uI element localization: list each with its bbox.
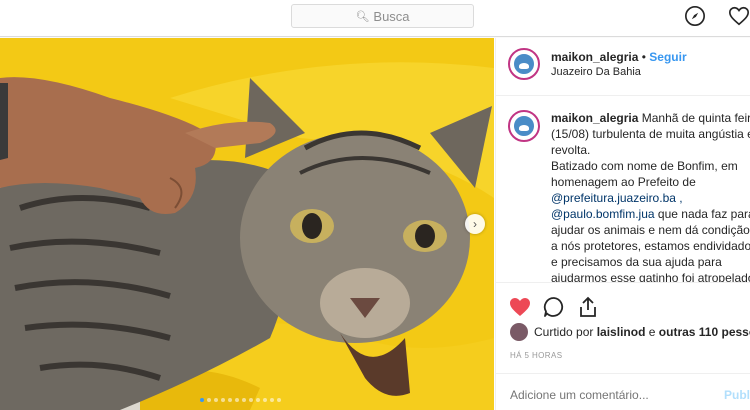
post-author-line: maikon_alegria • Seguir bbox=[551, 50, 687, 64]
carousel-dot bbox=[249, 398, 253, 402]
caption-line: (15/08) turbulenta de muita angústia e bbox=[551, 127, 750, 141]
liker-avatar[interactable] bbox=[510, 323, 528, 341]
caption-line: que nada faz para bbox=[657, 207, 750, 221]
post-photo[interactable]: › bbox=[0, 38, 494, 410]
post-sidebar: maikon_alegria • Seguir Juazeiro Da Bahi… bbox=[495, 38, 750, 410]
liked-by-joiner: e bbox=[648, 325, 656, 339]
other-likers-link[interactable]: outras 110 pessoas bbox=[659, 325, 750, 339]
liked-by-prefix: Curtido por bbox=[534, 325, 594, 339]
carousel-dot bbox=[228, 398, 232, 402]
cat-photo-illustration bbox=[0, 38, 494, 410]
caption-username[interactable]: maikon_alegria bbox=[551, 111, 638, 125]
post-card: › maikon_alegria • Seguir Juazeiro Da Ba… bbox=[0, 38, 750, 410]
comment-icon[interactable] bbox=[542, 295, 566, 319]
caption-line: ajudar os animais e nem dá condição bbox=[551, 223, 750, 237]
carousel-dot bbox=[214, 398, 218, 402]
carousel-dot bbox=[221, 398, 225, 402]
header-separator: • bbox=[641, 50, 646, 64]
chevron-right-icon: › bbox=[473, 217, 477, 231]
comment-input[interactable] bbox=[510, 388, 710, 402]
author-username[interactable]: maikon_alegria bbox=[551, 50, 638, 64]
mention-link[interactable]: @paulo.bomfim.jua bbox=[551, 207, 655, 221]
carousel-dot bbox=[263, 398, 267, 402]
caption-line: Manhã de quinta feira bbox=[641, 111, 750, 125]
caption-line: Batizado com nome de Bonfim, em bbox=[551, 159, 738, 173]
heart-icon[interactable] bbox=[728, 5, 750, 27]
caption-line: e precisamos da sua ajuda para bbox=[551, 255, 722, 269]
post-header: maikon_alegria • Seguir Juazeiro Da Bahi… bbox=[496, 38, 750, 96]
search-icon: 🔍︎ bbox=[355, 10, 370, 23]
follow-button[interactable]: Seguir bbox=[649, 50, 686, 64]
carousel-dot bbox=[242, 398, 246, 402]
carousel-dot bbox=[235, 398, 239, 402]
avatar-image bbox=[512, 114, 536, 138]
post-actions: Curtido por laislinod e outras 110 pesso… bbox=[496, 282, 750, 410]
post-location[interactable]: Juazeiro Da Bahia bbox=[551, 66, 641, 78]
comment-bar: Publicar bbox=[496, 373, 750, 410]
carousel-next-button[interactable]: › bbox=[465, 214, 485, 234]
caption-line: a nós protetores, estamos endividados bbox=[551, 239, 750, 253]
carousel-dot bbox=[200, 398, 204, 402]
carousel-dots bbox=[200, 398, 281, 402]
caption-line: homenagem ao Prefeito de bbox=[551, 175, 696, 189]
author-avatar[interactable] bbox=[508, 48, 540, 80]
carousel-dot bbox=[270, 398, 274, 402]
carousel-dot bbox=[277, 398, 281, 402]
search-placeholder: Busca bbox=[373, 8, 410, 24]
post-timestamp[interactable]: HÁ 5 HORAS bbox=[510, 351, 562, 360]
liked-by-line: Curtido por laislinod e outras 110 pesso… bbox=[510, 323, 750, 341]
liker-username[interactable]: laislinod bbox=[597, 325, 646, 339]
like-heart-icon[interactable] bbox=[508, 295, 532, 319]
avatar-image bbox=[512, 52, 536, 76]
top-navigation-bar: 🔍︎ Busca bbox=[0, 0, 750, 37]
publish-button[interactable]: Publicar bbox=[724, 388, 750, 402]
caption-line: revolta. bbox=[551, 143, 591, 157]
carousel-dot bbox=[207, 398, 211, 402]
share-icon[interactable] bbox=[576, 295, 600, 319]
post-caption: maikon_alegria Manhã de quinta feira (15… bbox=[551, 110, 750, 286]
search-input[interactable]: 🔍︎ Busca bbox=[291, 4, 474, 28]
mention-link[interactable]: @prefeitura.juazeiro.ba , bbox=[551, 190, 750, 206]
compass-icon[interactable] bbox=[684, 5, 706, 27]
carousel-dot bbox=[256, 398, 260, 402]
caption-author-avatar[interactable] bbox=[508, 110, 540, 142]
